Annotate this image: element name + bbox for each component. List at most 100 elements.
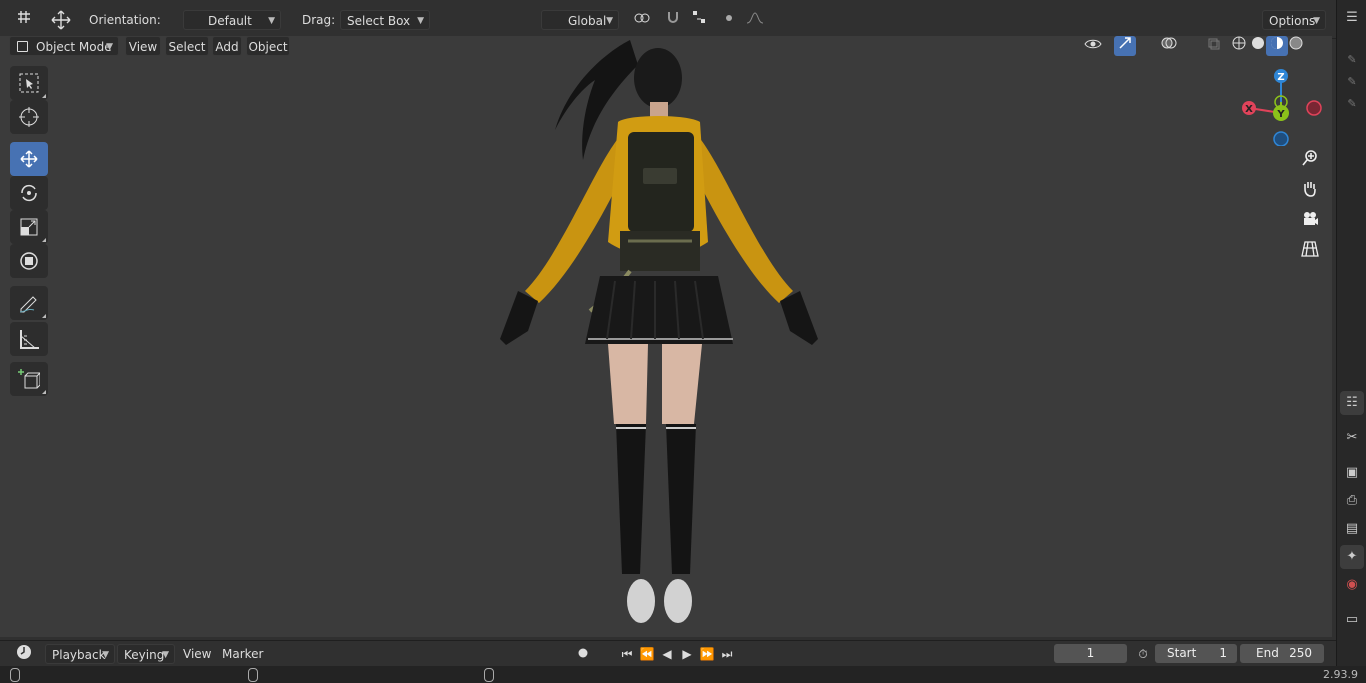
chevron-down-icon: ▼	[106, 42, 113, 52]
start-frame-field[interactable]: Start 1	[1155, 644, 1237, 663]
drag-dropdown[interactable]: Select Box ▼	[340, 10, 430, 30]
rendered-shading-icon[interactable]	[1285, 36, 1307, 56]
tool-settings-icon[interactable]: ✂	[1340, 426, 1364, 450]
menu-object-label: Object	[248, 40, 288, 54]
submenu-corner	[42, 94, 46, 98]
tool-annotate[interactable]	[10, 286, 48, 320]
world-properties-icon[interactable]: ◉	[1340, 573, 1364, 597]
pin-icon[interactable]: ✎	[1340, 70, 1364, 94]
previous-keyframe-icon[interactable]: ⏪	[636, 644, 658, 664]
perspective-toggle-icon[interactable]	[1297, 240, 1323, 266]
move-tool-icon[interactable]	[50, 9, 72, 30]
gizmo-toggle-icon[interactable]	[1114, 36, 1136, 56]
clock-editor-icon[interactable]	[8, 644, 40, 664]
pin-icon[interactable]: ✎	[1340, 48, 1364, 72]
version-label: 2.93.9	[1323, 668, 1358, 681]
move-icon	[20, 150, 38, 168]
tool-add-cube[interactable]	[10, 362, 48, 396]
timeline-header: Playback ▼ Keying ▼ View Marker ⏮ ⏪ ◀ ▶ …	[0, 640, 1336, 667]
snap-target-icon[interactable]	[684, 10, 714, 30]
chevron-down-icon: ▼	[162, 650, 169, 660]
view-layer-icon[interactable]: ▤	[1340, 517, 1364, 541]
3d-viewport[interactable]: Object Mode ▼ View Select Add Object Z X…	[0, 36, 1332, 637]
output-properties-icon[interactable]: ⎙	[1340, 489, 1364, 513]
navigation-gizmo[interactable]: Z X Y	[1236, 68, 1328, 146]
mode-value: Object Mode	[36, 40, 112, 54]
properties-editor-icon[interactable]: ☷	[1340, 391, 1364, 415]
measure-icon	[20, 330, 39, 349]
start-label: Start	[1167, 646, 1197, 660]
chevron-down-icon: ▼	[268, 16, 275, 26]
timeline-marker-menu[interactable]: Marker	[222, 644, 263, 664]
scene-properties-icon[interactable]: ✦	[1340, 545, 1364, 569]
visibility-eye-icon[interactable]	[1078, 36, 1108, 56]
playback-menu[interactable]: Playback ▼	[45, 644, 115, 664]
drag-label: Drag:	[302, 13, 336, 27]
render-properties-icon[interactable]: ▣	[1340, 461, 1364, 485]
jump-end-icon[interactable]: ⏭	[716, 644, 738, 664]
scale-icon	[20, 218, 38, 236]
rotate-icon	[21, 184, 37, 202]
submenu-corner	[42, 314, 46, 318]
options-dropdown[interactable]: Options ▼	[1262, 10, 1326, 30]
menu-select-label: Select	[168, 40, 206, 54]
menu-add[interactable]: Add	[212, 36, 242, 56]
menu-view-label: View	[128, 40, 158, 54]
next-keyframe-icon[interactable]: ⏩	[696, 644, 718, 664]
end-frame-field[interactable]: End 250	[1240, 644, 1324, 663]
gizmo-x-label: X	[1245, 104, 1253, 115]
properties-tab-strip: ☰ ✎ ✎ ✎ ☷ ✂ ▣ ⎙ ▤ ✦ ◉ ▭	[1336, 0, 1366, 666]
tool-rotate[interactable]	[10, 176, 48, 210]
play-icon[interactable]: ▶	[676, 644, 698, 664]
tool-transform[interactable]	[10, 244, 48, 278]
current-frame-value: 1	[1086, 646, 1095, 660]
mouse-middle-icon	[248, 668, 258, 682]
editor-type-icon[interactable]: ☰	[1340, 6, 1364, 30]
keying-menu[interactable]: Keying ▼	[117, 644, 175, 664]
menu-view[interactable]: View	[125, 36, 161, 56]
tool-scale[interactable]	[10, 210, 48, 244]
proportional-editing-icon[interactable]	[718, 10, 740, 30]
transform-orientation-dropdown[interactable]: Global ▼	[541, 10, 619, 30]
keying-label: Keying	[124, 648, 165, 662]
tool-select-box[interactable]	[10, 66, 48, 100]
cursor-icon	[19, 107, 39, 127]
camera-view-icon[interactable]	[1297, 210, 1323, 236]
record-keyframe-icon[interactable]	[572, 644, 594, 664]
zoom-icon[interactable]	[1297, 149, 1323, 175]
tool-cursor[interactable]	[10, 100, 48, 134]
transform-icon	[20, 252, 38, 270]
chevron-down-icon: ▼	[606, 16, 613, 26]
orientation-value: Default	[208, 14, 252, 28]
pan-hand-icon[interactable]	[1297, 179, 1323, 205]
orientation-dropdown[interactable]: Default ▼	[183, 10, 281, 30]
menu-object[interactable]: Object	[246, 36, 290, 56]
gizmo-z-label: Z	[1277, 72, 1284, 83]
annotate-icon	[19, 296, 37, 313]
object-mode-dropdown[interactable]: Object Mode ▼	[9, 36, 119, 56]
play-reverse-icon[interactable]: ◀	[656, 644, 678, 664]
stopwatch-icon[interactable]: ⏱	[1132, 644, 1154, 664]
mouse-left-icon	[10, 668, 20, 682]
gizmo-y-label: Y	[1276, 109, 1285, 120]
overlays-icon[interactable]	[1158, 36, 1180, 56]
tool-measure[interactable]	[10, 322, 48, 356]
xray-icon[interactable]	[1203, 36, 1225, 56]
timeline-view-menu[interactable]: View	[183, 644, 211, 664]
select-box-icon	[19, 73, 39, 93]
end-label: End	[1256, 646, 1279, 660]
falloff-icon[interactable]	[740, 10, 770, 30]
snap-icon[interactable]	[662, 10, 684, 30]
current-frame-field[interactable]: 1	[1054, 644, 1127, 663]
submenu-corner	[42, 390, 46, 394]
tool-move[interactable]	[10, 142, 48, 176]
transform-space-value: Global	[568, 14, 607, 28]
pin-icon[interactable]: ✎	[1340, 92, 1364, 116]
chevron-down-icon: ▼	[1313, 16, 1320, 26]
character-model[interactable]	[480, 36, 840, 637]
jump-start-icon[interactable]: ⏮	[616, 644, 638, 664]
pivot-point-icon[interactable]	[627, 10, 657, 30]
editor-type-icon[interactable]	[10, 10, 40, 30]
collection-properties-icon[interactable]: ▭	[1340, 608, 1364, 632]
menu-select[interactable]: Select	[165, 36, 209, 56]
